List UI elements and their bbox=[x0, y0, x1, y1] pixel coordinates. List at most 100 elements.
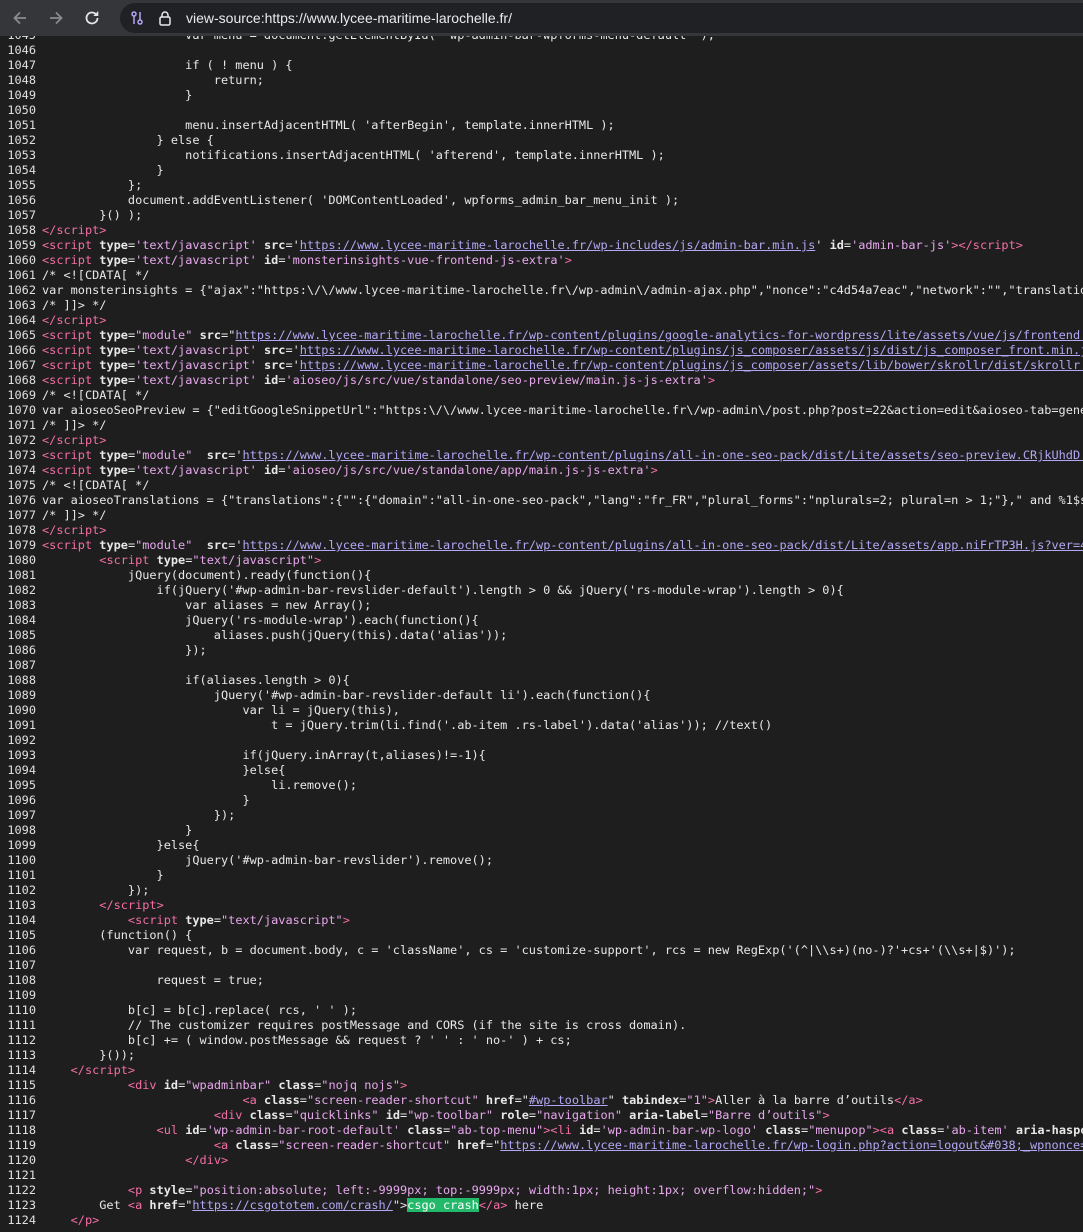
code-token: =" bbox=[178, 1198, 193, 1212]
source-link[interactable]: https://www.lycee-maritime-larochelle.fr… bbox=[300, 358, 1083, 372]
reload-button[interactable] bbox=[76, 2, 108, 34]
line-number: 1058 bbox=[7, 223, 36, 237]
code-token: li.remove(); bbox=[42, 778, 357, 792]
line-number: 1110 bbox=[7, 1003, 36, 1017]
code-token: script bbox=[106, 553, 150, 567]
code-token: </ bbox=[894, 1093, 909, 1107]
code-token: 'text/javascript' bbox=[135, 358, 257, 372]
source-link[interactable]: https://www.lycee-maritime-larochelle.fr… bbox=[235, 328, 1083, 342]
line-number: 1079 bbox=[7, 538, 36, 552]
source-line: 1096 } bbox=[0, 793, 1083, 808]
browser-toolbar: view-source:https://www.lycee-maritime-l… bbox=[0, 0, 1083, 36]
code-token: < bbox=[127, 1198, 136, 1212]
code-token: > bbox=[822, 1108, 830, 1122]
source-view: 1045 var menu = document.getElementById(… bbox=[0, 36, 1083, 1232]
line-number: 1051 bbox=[7, 118, 36, 132]
forward-button[interactable] bbox=[40, 2, 72, 34]
code-token: request = true; bbox=[42, 973, 264, 987]
code-token: < bbox=[127, 1183, 136, 1197]
code-token: src bbox=[263, 358, 286, 372]
source-line: 1092 bbox=[0, 733, 1083, 748]
line-number: 1090 bbox=[7, 703, 36, 717]
line-number: 1082 bbox=[7, 583, 36, 597]
line-number: 1081 bbox=[7, 568, 36, 582]
code-token: > bbox=[314, 553, 322, 567]
code-token: var aliases = new Array(); bbox=[42, 598, 372, 612]
source-line: 1056 document.addEventListener( 'DOMCont… bbox=[0, 193, 1083, 208]
line-number: 1078 bbox=[7, 523, 36, 537]
code-token: type bbox=[185, 913, 214, 927]
code-token: = bbox=[843, 238, 852, 252]
source-link[interactable]: https://www.lycee-maritime-larochelle.fr… bbox=[300, 343, 1083, 357]
source-line: 1120 </div> bbox=[0, 1153, 1083, 1168]
code-token: if(jQuery.inArray(t,aliases)!=-1){ bbox=[42, 748, 486, 762]
source-line: 1063 /* ]]> */ bbox=[0, 298, 1083, 313]
source-line: 1093 if(jQuery.inArray(t,aliases)!=-1){ bbox=[0, 748, 1083, 763]
code-token: > bbox=[915, 1093, 923, 1107]
back-button[interactable] bbox=[4, 2, 36, 34]
code-token: /* ]]> */ bbox=[42, 508, 107, 522]
source-link[interactable]: https://www.lycee-maritime-larochelle.fr… bbox=[243, 538, 1083, 552]
line-number: 1105 bbox=[7, 928, 36, 942]
line-number: 1097 bbox=[7, 808, 36, 822]
line-number: 1072 bbox=[7, 433, 36, 447]
code-token: a bbox=[908, 1093, 916, 1107]
code-token: "1" bbox=[686, 1093, 708, 1107]
source-line: 1065 <script type="module" src="https://w… bbox=[0, 328, 1083, 343]
source-line: 1124 </p> bbox=[0, 1213, 1083, 1228]
code-token: src bbox=[263, 343, 286, 357]
source-line: 1108 request = true; bbox=[0, 973, 1083, 988]
source-line: 1051 menu.insertAdjacentHTML( 'afterBegi… bbox=[0, 118, 1083, 133]
line-number: 1073 bbox=[7, 448, 36, 462]
code-token: </ bbox=[42, 223, 57, 237]
line-number: 1068 bbox=[7, 373, 36, 387]
code-token: }); bbox=[42, 808, 236, 822]
code-token: jQuery('#wp-admin-bar-revslider-default … bbox=[42, 688, 651, 702]
code-token: }else{ bbox=[42, 763, 286, 777]
code-token: =" bbox=[514, 1093, 529, 1107]
line-number: 1095 bbox=[7, 778, 36, 792]
code-token: < bbox=[213, 1108, 221, 1122]
line-number: 1092 bbox=[7, 733, 36, 747]
source-link[interactable]: https://www.lycee-maritime-larochelle.fr… bbox=[500, 1138, 1083, 1152]
source-line: 1057 }() ); bbox=[0, 208, 1083, 223]
source-line: 1081 jQuery(document).ready(function(){ bbox=[0, 568, 1083, 583]
line-number: 1056 bbox=[7, 193, 36, 207]
source-link[interactable]: #wp-toolbar bbox=[529, 1093, 608, 1107]
code-token: = bbox=[593, 1123, 601, 1137]
code-token: "wpadminbar" bbox=[185, 1078, 272, 1092]
source-line: 1097 }); bbox=[0, 808, 1083, 823]
source-link[interactable]: https://csgototem.com/crash/ bbox=[192, 1198, 392, 1212]
code-token: > bbox=[221, 1153, 229, 1167]
site-settings-icon[interactable] bbox=[126, 7, 148, 29]
source-line: 1050 bbox=[0, 103, 1083, 118]
line-number: 1063 bbox=[7, 298, 36, 312]
source-line: 1112 b[c] += ( window.postMessage && req… bbox=[0, 1033, 1083, 1048]
line-number: 1116 bbox=[7, 1093, 36, 1107]
source-line: 1101 } bbox=[0, 868, 1083, 883]
code-token: ul bbox=[163, 1123, 179, 1137]
url-text[interactable]: view-source:https://www.lycee-maritime-l… bbox=[186, 10, 512, 26]
arrow-left-icon bbox=[13, 11, 26, 25]
code-token: type bbox=[99, 463, 128, 477]
search-highlight: csgo crash bbox=[407, 1198, 479, 1212]
source-line: 1054 } bbox=[0, 163, 1083, 178]
code-token: } bbox=[42, 88, 193, 102]
address-bar[interactable]: view-source:https://www.lycee-maritime-l… bbox=[120, 3, 1083, 33]
source-line: 1098 } bbox=[0, 823, 1083, 838]
code-token: 'text/javascript' bbox=[135, 253, 257, 267]
source-link[interactable]: https://www.lycee-maritime-larochelle.fr… bbox=[243, 448, 1083, 462]
code-token: </ bbox=[99, 898, 114, 912]
line-number: 1102 bbox=[7, 883, 36, 897]
source-line: 1084 jQuery('rs-module-wrap').each(funct… bbox=[0, 613, 1083, 628]
source-link[interactable]: https://www.lycee-maritime-larochelle.fr… bbox=[300, 238, 815, 252]
code-token: }else{ bbox=[42, 838, 200, 852]
